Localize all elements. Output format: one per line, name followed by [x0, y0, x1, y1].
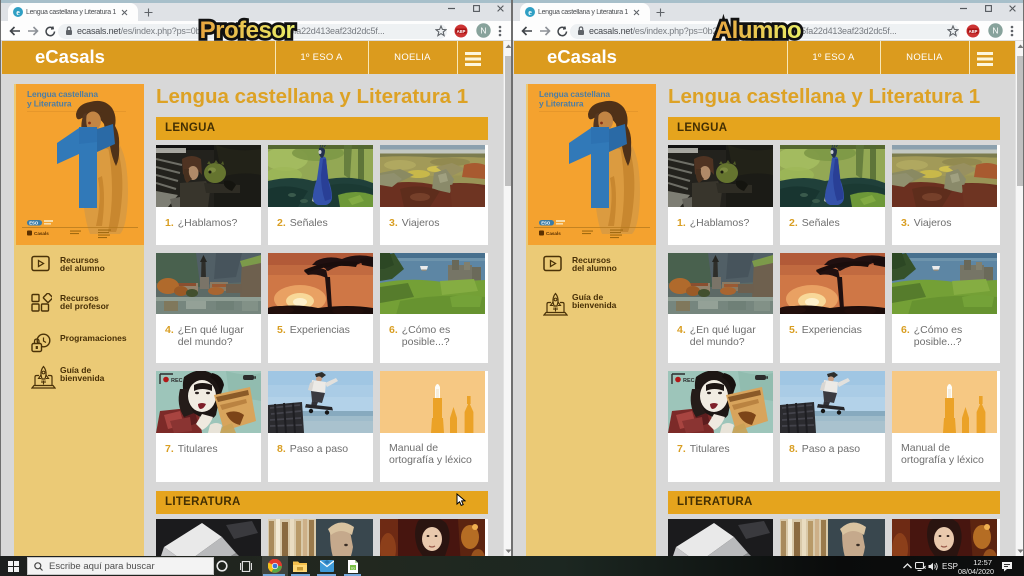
svg-text:ESO: ESO	[541, 220, 551, 225]
svg-text:Alumno: Alumno	[715, 17, 801, 44]
svg-text:y Literatura: y Literatura	[539, 99, 584, 109]
svg-text:N: N	[480, 26, 486, 36]
svg-text:N: N	[992, 26, 998, 36]
svg-text:Profesor: Profesor	[200, 17, 295, 44]
svg-text:e: e	[528, 8, 532, 17]
svg-text:Lengua castellana: Lengua castellana	[27, 89, 98, 99]
svg-text:ABP: ABP	[457, 29, 466, 34]
svg-text:ABP: ABP	[969, 29, 978, 34]
svg-text:IG: IG	[351, 566, 355, 570]
svg-text:Casals: Casals	[546, 231, 561, 236]
svg-text:Casals: Casals	[34, 231, 49, 236]
svg-text:REC: REC	[171, 378, 183, 384]
svg-text:ESO: ESO	[29, 220, 39, 225]
svg-text:REC: REC	[683, 378, 695, 384]
svg-text:y Literatura: y Literatura	[27, 99, 72, 109]
svg-text:Lengua castellana: Lengua castellana	[539, 89, 610, 99]
svg-text:e: e	[16, 8, 20, 17]
